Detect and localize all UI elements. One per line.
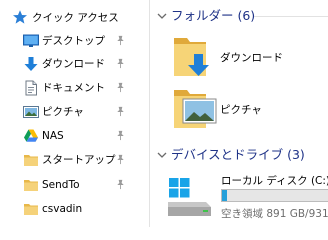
folder-icon	[24, 155, 38, 166]
nav-item-desktop[interactable]: デスクトップ	[0, 29, 149, 53]
nav-item-label: ダウンロード	[42, 58, 105, 70]
group-title: フォルダー (6)	[171, 8, 256, 23]
pin-icon	[117, 82, 124, 93]
drive-usage-fill	[222, 190, 228, 201]
nav-item-csvadin[interactable]: csvadin	[0, 197, 149, 221]
drive-name: ローカル ディスク (C:)	[221, 175, 328, 187]
nav-item-label: クイック アクセス	[32, 12, 119, 24]
folder-tile-label: ピクチャ	[220, 104, 262, 116]
navigation-pane: クイック アクセス デスクトップ ダウンロード ドキュメント ピクチャ NAS …	[0, 0, 149, 227]
folder-icon	[24, 180, 38, 191]
pin-icon	[117, 58, 124, 69]
windows-drive-icon	[168, 178, 211, 216]
chevron-down-icon	[157, 13, 167, 19]
nav-item-label: ドキュメント	[42, 82, 105, 94]
nav-item-partial[interactable]	[0, 221, 149, 227]
pictures-icon	[23, 106, 39, 118]
document-icon	[25, 80, 37, 96]
group-divider-line	[254, 16, 328, 17]
download-arrow-icon	[24, 57, 38, 71]
pin-icon	[117, 106, 124, 117]
nav-item-pictures[interactable]: ピクチャ	[0, 100, 149, 124]
nav-item-label: csvadin	[42, 203, 83, 215]
nav-item-sendto[interactable]: SendTo	[0, 173, 149, 197]
nav-item-label: スタートアップ	[42, 154, 116, 166]
folder-tile-downloads[interactable]: ダウンロード	[170, 36, 328, 80]
group-title: デバイスとドライブ (3)	[171, 147, 305, 162]
folder-tile-pictures[interactable]: ピクチャ	[170, 88, 328, 132]
pin-icon	[117, 130, 124, 141]
group-header-devices[interactable]: デバイスとドライブ (3)	[150, 145, 328, 165]
pin-icon	[117, 35, 124, 46]
pictures-folder-icon	[174, 90, 217, 128]
desktop-icon	[23, 34, 39, 47]
nav-item-documents[interactable]: ドキュメント	[0, 76, 149, 100]
google-drive-icon	[24, 129, 38, 142]
nav-item-nas[interactable]: NAS	[0, 124, 149, 148]
nav-item-label: ピクチャ	[42, 106, 84, 118]
folder-icon	[24, 204, 38, 215]
drive-free-space: 空き領域 891 GB/931	[221, 208, 328, 220]
drive-usage-bar	[221, 189, 328, 202]
nav-item-label: SendTo	[42, 179, 80, 191]
chevron-down-icon	[157, 152, 167, 158]
folder-tile-label: ダウンロード	[220, 52, 283, 64]
downloads-folder-icon	[174, 38, 209, 76]
folder-icon	[23, 225, 39, 227]
star-icon	[13, 10, 27, 24]
pin-icon	[117, 154, 124, 165]
pin-icon	[117, 179, 124, 190]
nav-item-startup[interactable]: スタートアップ	[0, 148, 149, 172]
group-header-folders[interactable]: フォルダー (6)	[150, 6, 328, 26]
nav-item-label: NAS	[42, 130, 64, 142]
nav-item-label: デスクトップ	[42, 35, 105, 47]
content-pane: フォルダー (6) ダウンロード ピクチャ デバイスとドライブ (3) ローカル…	[150, 0, 328, 227]
drive-tile-c[interactable]: ローカル ディスク (C:) 空き領域 891 GB/931	[166, 172, 328, 227]
nav-item-quick-access[interactable]: クイック アクセス	[0, 6, 149, 30]
nav-item-downloads[interactable]: ダウンロード	[0, 52, 149, 76]
